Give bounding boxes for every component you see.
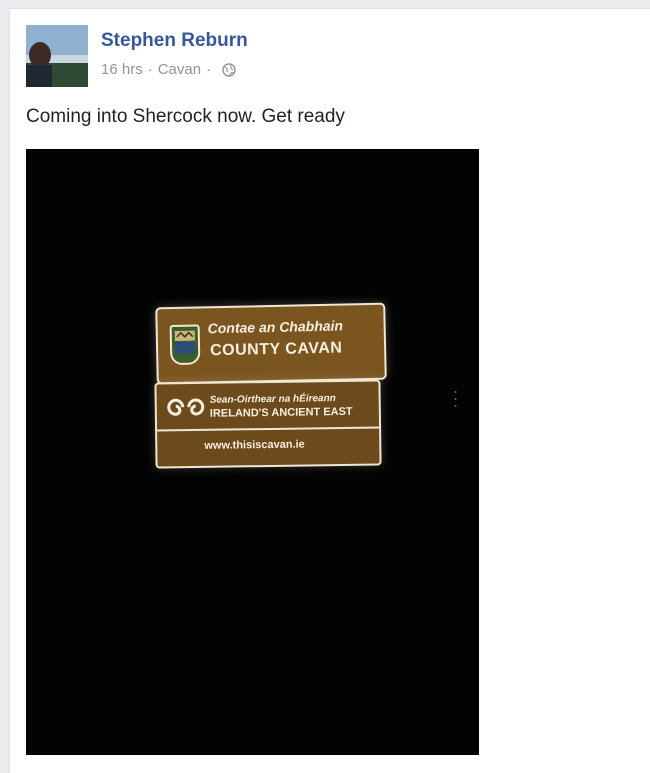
sign-irish-east-text: Sean-Oirthear na hÉireann — [209, 393, 336, 406]
post-card: Stephen Reburn 16 hrs · Cavan · Coming i… — [9, 8, 650, 773]
globe-icon[interactable] — [222, 62, 236, 77]
post-time-link[interactable]: 16 hrs — [101, 61, 143, 78]
reflector-icon — [454, 391, 457, 407]
author-name-link[interactable]: Stephen Reburn — [101, 30, 248, 52]
post-meta: 16 hrs · Cavan · — [101, 61, 236, 78]
post-text: Coming into Shercock now. Get ready — [26, 106, 345, 127]
meta-separator: · — [206, 61, 212, 78]
sign-irish-text: Contae an Chabhain — [207, 317, 344, 337]
road-sign-ancient-east: Sean-Oirthear na hÉireann IRELAND'S ANCI… — [154, 379, 382, 469]
ancient-east-logo-icon — [167, 398, 205, 416]
sign-east-text: IRELAND'S ANCIENT EAST — [209, 405, 353, 420]
post-location-link[interactable]: Cavan — [158, 61, 201, 78]
post-photo[interactable]: Contae an Chabhain COUNTY CAVAN Sean-Oir… — [26, 149, 479, 755]
sign-url-text: www.thisiscavan.ie — [204, 438, 305, 452]
avatar[interactable] — [26, 25, 88, 87]
sign-county-text: COUNTY CAVAN — [209, 339, 343, 360]
road-sign-county: Contae an Chabhain COUNTY CAVAN — [155, 302, 387, 385]
meta-separator: · — [147, 61, 153, 78]
avatar-photo-icon — [26, 25, 88, 87]
sign-divider — [157, 426, 380, 432]
county-crest-icon — [169, 324, 201, 366]
